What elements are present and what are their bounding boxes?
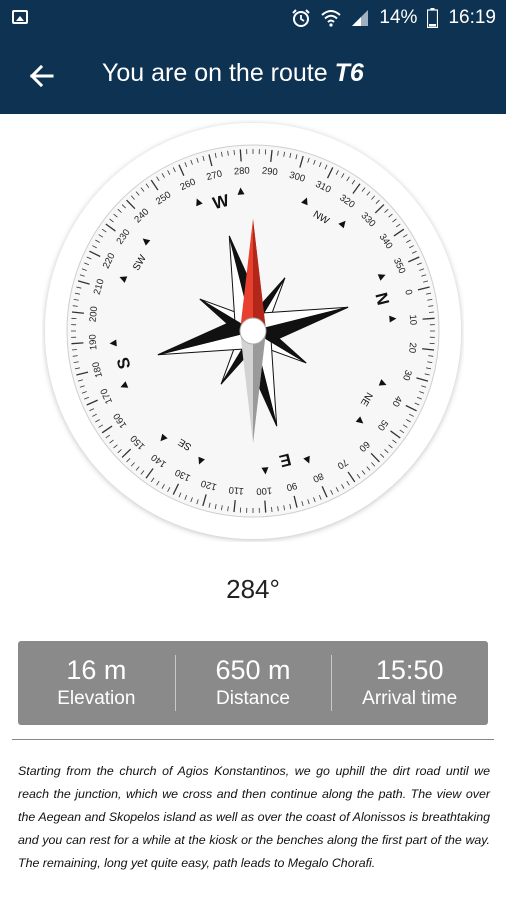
compass-degree-label: 290 (261, 166, 278, 179)
compass-degree-label: 110 (228, 484, 244, 497)
route-name: T6 (334, 59, 364, 87)
stat-arrival: 15:50 Arrival time (331, 641, 488, 725)
compass-degree-label: 20 (406, 342, 418, 354)
distance-label: Distance (216, 688, 290, 709)
wifi-icon (321, 10, 342, 27)
elevation-value: 16 m (66, 655, 127, 685)
signal-icon (352, 10, 369, 26)
stat-distance: 650 m Distance (174, 641, 332, 725)
divider (12, 739, 494, 740)
elevation-label: Elevation (57, 688, 136, 709)
status-icons: 14% 16:19 (291, 6, 496, 30)
alarm-icon (292, 9, 311, 27)
compass-degree-label: 280 (234, 165, 251, 177)
app-bar: You are on the route T6 (0, 36, 506, 114)
compass-dial: 0102030405060708090100110120130140150160… (45, 123, 461, 539)
gallery-icon (12, 10, 28, 24)
page-title: You are on the route T6 (102, 59, 364, 88)
clock: 16:19 (448, 7, 496, 28)
needle-pivot (239, 317, 267, 345)
compass-degree-label: 200 (88, 306, 101, 323)
arrival-value: 15:50 (375, 655, 444, 685)
compass: 0 10 20 30 40 50 60 70 80 90 100 110 120 130 140 150 160… (42, 120, 464, 542)
compass-degree-label: 190 (87, 334, 99, 351)
route-description: Starting from the church of Agios Konsta… (18, 764, 490, 870)
arrow-left-icon[interactable] (24, 58, 60, 94)
compass-degree-label: 10 (407, 314, 419, 325)
stat-elevation: 16 m Elevation (18, 641, 175, 725)
route-stats: 16 m Elevation 650 m Distance 15:50 Arri… (18, 641, 488, 725)
title-prefix: You are on the route (102, 59, 335, 87)
battery-percent: 14% (379, 7, 418, 28)
status-bar: 14% 16:19 (0, 0, 506, 36)
arrival-label: Arrival time (362, 688, 458, 709)
compass-degree-label: 100 (256, 485, 273, 497)
distance-value: 650 m (215, 655, 291, 685)
battery-icon (427, 8, 439, 28)
heading-readout: 284° (226, 574, 280, 604)
